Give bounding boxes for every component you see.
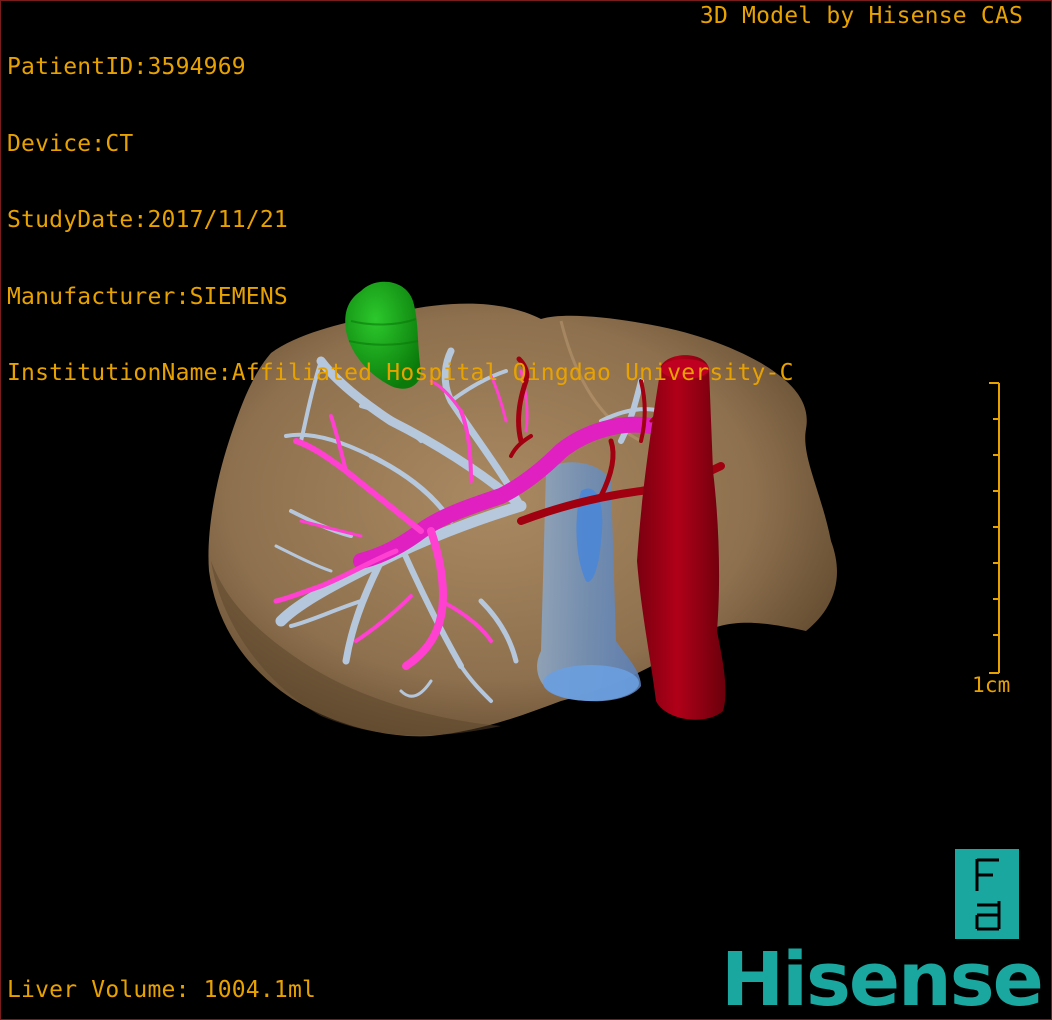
scale-bar-label: 1cm (972, 673, 1011, 697)
model-credit: 3D Model by Hisense CAS (699, 3, 1023, 29)
liver-volume: Liver Volume: 1004.1ml (7, 977, 317, 1003)
scale-bar (989, 382, 1000, 674)
institution-name: InstitutionName:Affiliated Hospital Qing… (7, 360, 794, 386)
hisense-logo: Hisense (721, 937, 1044, 1020)
device: Device:CT (7, 130, 134, 157)
dicom-metadata: PatientID:3594969 Device:CT StudyDate:20… (7, 4, 794, 438)
patient-id: PatientID:3594969 (7, 54, 246, 80)
orientation-cube-icon[interactable] (955, 849, 1019, 939)
study-date: StudyDate:2017/11/21 (7, 207, 288, 233)
manufacturer: Manufacturer:SIEMENS (7, 283, 288, 310)
3d-viewer-viewport[interactable]: PatientID:3594969 Device:CT StudyDate:20… (0, 0, 1052, 1020)
